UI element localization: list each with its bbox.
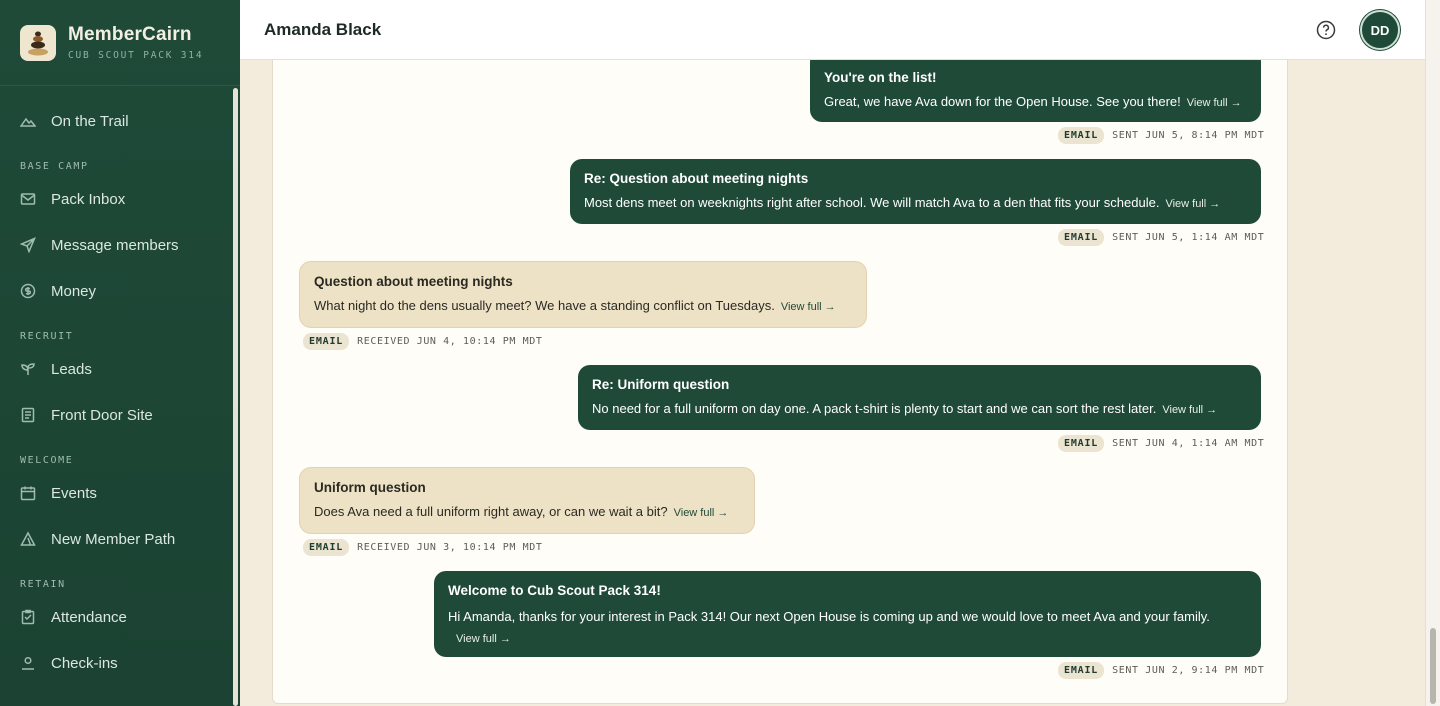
nav-item-money[interactable]: Money — [0, 268, 240, 314]
message-bubble-received: Question about meeting nights What night… — [299, 261, 867, 328]
nav-section-recruit: RECRUIT — [20, 331, 74, 342]
nav-item-check-ins[interactable]: Check-ins — [0, 640, 240, 686]
page-title: Amanda Black — [264, 19, 382, 39]
channel-badge: EMAIL — [1058, 662, 1105, 679]
message-meta: EMAIL SENT JUN 5, 8:14 PM MDT — [1058, 127, 1264, 144]
nav-item-events[interactable]: Events — [0, 470, 240, 516]
avatar[interactable]: DD — [1360, 10, 1400, 50]
nav-label: Pack Inbox — [51, 190, 126, 208]
message-timestamp: RECEIVED JUN 3, 10:14 PM MDT — [357, 542, 543, 553]
nav-item-message-members[interactable]: Message members — [0, 222, 240, 268]
cairn-logo-icon — [20, 24, 56, 61]
nav-item-pack-inbox[interactable]: Pack Inbox — [0, 176, 240, 222]
page-scrollbar-track[interactable] — [1425, 0, 1440, 706]
nav-section-welcome: WELCOME — [20, 455, 74, 466]
message-body: Great, we have Ava down for the Open Hou… — [824, 94, 1181, 109]
message-meta: EMAIL SENT JUN 4, 1:14 AM MDT — [1058, 435, 1264, 452]
message-bubble-received: Uniform question Does Ava need a full un… — [299, 467, 755, 534]
nav-label: Check-ins — [51, 654, 118, 672]
nav-label: Events — [51, 484, 97, 502]
brand[interactable]: MemberCairn CUB SCOUT PACK 314 — [0, 0, 240, 86]
nav-label: On the Trail — [51, 112, 129, 130]
message-meta: EMAIL RECEIVED JUN 4, 10:14 PM MDT — [303, 333, 542, 350]
brand-subtitle: CUB SCOUT PACK 314 — [68, 50, 204, 61]
calendar-icon — [20, 486, 36, 501]
message-subject: Welcome to Cub Scout Pack 314! — [448, 583, 661, 598]
sidebar-scrollbar[interactable] — [233, 88, 238, 706]
nav-item-on-the-trail[interactable]: On the Trail — [0, 98, 240, 144]
message-timestamp: RECEIVED JUN 4, 10:14 PM MDT — [357, 336, 543, 347]
page-icon — [21, 407, 35, 423]
view-full-link[interactable]: View full → — [1187, 97, 1242, 109]
message-bubble-sent: Welcome to Cub Scout Pack 314! Hi Amanda… — [434, 571, 1261, 657]
message-timestamp: SENT JUN 5, 1:14 AM MDT — [1112, 232, 1265, 243]
view-full-link[interactable]: View full → — [456, 633, 511, 645]
sprout-icon — [21, 363, 35, 375]
help-icon[interactable] — [1316, 20, 1336, 40]
nav-item-attendance[interactable]: Attendance — [0, 594, 240, 640]
message-body: Hi Amanda, thanks for your interest in P… — [448, 609, 1210, 624]
brand-name: MemberCairn — [68, 24, 192, 45]
person-icon — [22, 656, 34, 670]
page-scrollbar-thumb[interactable] — [1430, 628, 1436, 704]
clipboard-icon — [21, 609, 35, 625]
message-subject: Uniform question — [314, 480, 426, 495]
sidebar-nav: On the Trail BASE CAMP Pack Inbox Messag… — [0, 86, 240, 686]
mountain-icon — [20, 117, 36, 127]
message-subject: Re: Uniform question — [592, 377, 730, 392]
message-meta: EMAIL SENT JUN 2, 9:14 PM MDT — [1058, 662, 1264, 679]
nav-label: Leads — [51, 360, 92, 378]
nav-label: Money — [51, 282, 97, 300]
message-bubble-sent: Re: Uniform question No need for a full … — [578, 365, 1261, 430]
message-subject: Question about meeting nights — [314, 274, 513, 289]
view-full-link[interactable]: View full → — [674, 507, 729, 519]
nav-section-retain: RETAIN — [20, 579, 66, 590]
message-meta: EMAIL SENT JUN 5, 1:14 AM MDT — [1058, 229, 1264, 246]
message-bubble-sent: You're on the list! Great, we have Ava d… — [810, 60, 1261, 122]
message-body: Does Ava need a full uniform right away,… — [314, 504, 668, 519]
nav-item-front-door-site[interactable]: Front Door Site — [0, 392, 240, 438]
view-full-link[interactable]: View full → — [781, 301, 836, 313]
nav-item-leads[interactable]: Leads — [0, 346, 240, 392]
channel-badge: EMAIL — [1058, 435, 1105, 452]
view-full-link[interactable]: View full → — [1162, 404, 1217, 416]
message-timestamp: SENT JUN 2, 9:14 PM MDT — [1112, 665, 1265, 676]
dollar-icon — [20, 283, 36, 299]
nav-label: New Member Path — [51, 530, 176, 548]
message-body: No need for a full uniform on day one. A… — [592, 401, 1157, 416]
nav-item-new-member-path[interactable]: New Member Path — [0, 516, 240, 562]
conversation-area: You're on the list! Great, we have Ava d… — [240, 60, 1425, 706]
channel-badge: EMAIL — [1058, 229, 1105, 246]
message-body: Most dens meet on weeknights right after… — [584, 195, 1160, 210]
channel-badge: EMAIL — [303, 333, 350, 350]
message-timestamp: SENT JUN 5, 8:14 PM MDT — [1112, 130, 1265, 141]
triangle-icon — [20, 531, 36, 546]
mail-icon — [20, 193, 36, 205]
send-icon — [20, 237, 36, 253]
channel-badge: EMAIL — [303, 539, 350, 556]
message-subject: Re: Question about meeting nights — [584, 171, 809, 186]
message-meta: EMAIL RECEIVED JUN 3, 10:14 PM MDT — [303, 539, 542, 556]
sidebar: MemberCairn CUB SCOUT PACK 314 On the Tr… — [0, 0, 240, 706]
channel-badge: EMAIL — [1058, 127, 1105, 144]
view-full-link[interactable]: View full → — [1165, 198, 1220, 210]
nav-label: Message members — [51, 236, 179, 254]
message-subject: You're on the list! — [824, 70, 937, 85]
nav-section-base-camp: BASE CAMP — [20, 161, 89, 172]
message-bubble-sent: Re: Question about meeting nights Most d… — [570, 159, 1261, 224]
nav-label: Attendance — [51, 608, 127, 626]
message-timestamp: SENT JUN 4, 1:14 AM MDT — [1112, 438, 1265, 449]
message-body: What night do the dens usually meet? We … — [314, 298, 775, 313]
nav-label: Front Door Site — [51, 406, 153, 424]
page-header: Amanda Black DD — [240, 0, 1425, 60]
